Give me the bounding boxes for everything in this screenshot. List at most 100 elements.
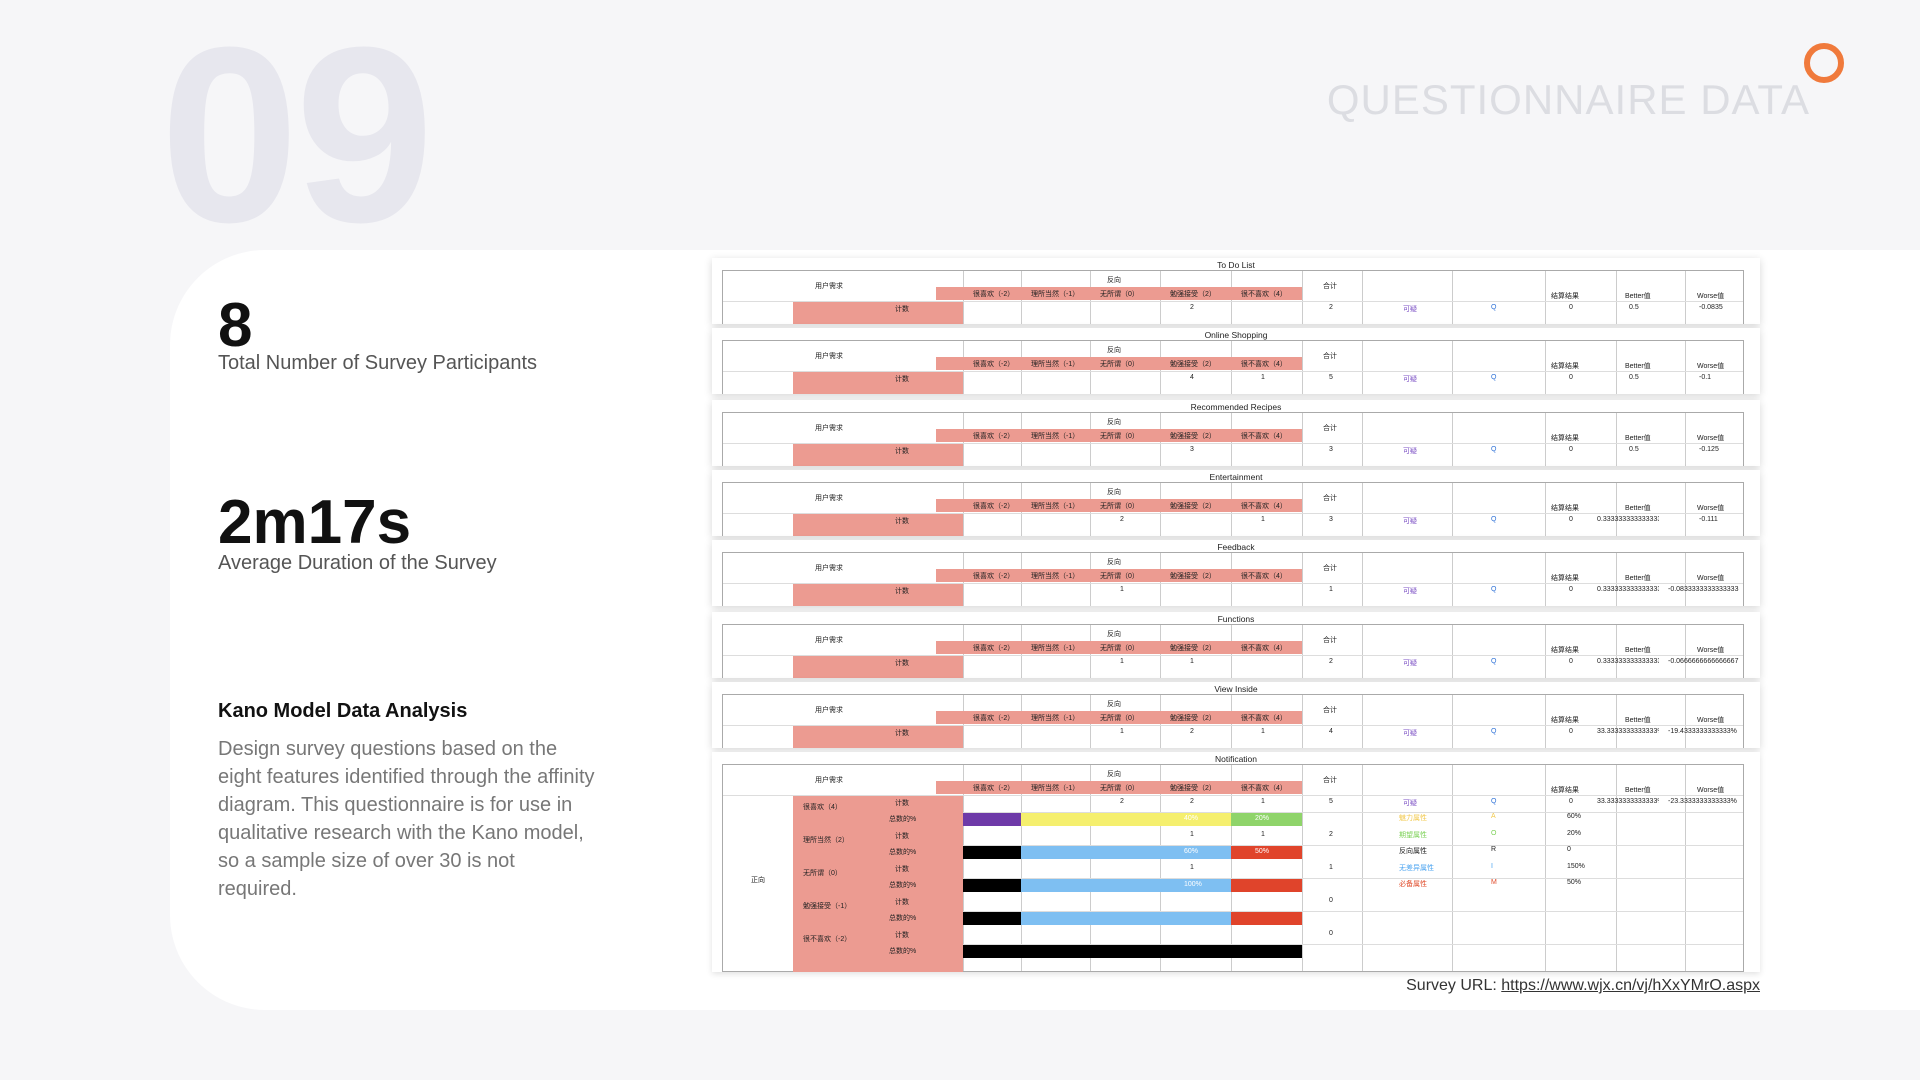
answer-header: 勉强接受（2） bbox=[1170, 715, 1216, 722]
answer-header: 很不喜欢（4） bbox=[1241, 573, 1287, 580]
attribute-code: O bbox=[1491, 829, 1497, 837]
row-label-block bbox=[793, 514, 963, 536]
pct-label: 总数的% bbox=[889, 915, 917, 922]
header-need: 用户需求 bbox=[815, 565, 843, 572]
column-divider bbox=[1302, 553, 1303, 606]
attribute-value: 0 bbox=[1567, 846, 1571, 853]
column-divider bbox=[1685, 695, 1686, 748]
column-divider bbox=[1545, 271, 1546, 324]
answer-header: 理所当然（-1） bbox=[1031, 433, 1080, 440]
header-worse: Worse值 bbox=[1697, 787, 1725, 794]
total-value: 5 bbox=[1329, 798, 1333, 805]
pct-label: 总数的% bbox=[889, 882, 917, 889]
header-worse: Worse值 bbox=[1697, 505, 1725, 512]
header-reverse: 反向 bbox=[1107, 559, 1121, 566]
total-value: 2 bbox=[1329, 658, 1333, 665]
table-grid: 用户需求 反向 合计 结算结果 Better值 Worse值 很喜欢（-2） 理所当然（-1）… bbox=[722, 482, 1744, 536]
survey-url-link[interactable]: https://www.wjx.cn/vj/hXxYMrO.aspx bbox=[1501, 977, 1760, 994]
code-value: Q bbox=[1491, 728, 1497, 735]
attribute-label: 无差异属性 bbox=[1399, 864, 1434, 872]
count-value: 2 bbox=[1190, 304, 1194, 311]
table-panel: Notification 用户需求 反向 合计 结算结果 Better值 Worse值 很喜欢… bbox=[712, 752, 1760, 972]
table-grid: 用户需求 反向 合计 结算结果 Better值 Worse值 很喜欢（-2） 理所当然（-1）… bbox=[722, 552, 1744, 606]
header-worse: Worse值 bbox=[1697, 717, 1725, 724]
table-panel: Feedback 用户需求 反向 合计 结算结果 Better值 Worse值 很喜欢（-2）… bbox=[712, 540, 1760, 606]
header-reverse: 反向 bbox=[1107, 771, 1121, 778]
column-divider bbox=[1362, 413, 1363, 466]
answer-header: 很喜欢（-2） bbox=[973, 645, 1015, 652]
column-divider bbox=[1302, 625, 1303, 678]
header-total: 合计 bbox=[1323, 353, 1337, 360]
better-value: 0.5 bbox=[1629, 446, 1639, 453]
header-worse: Worse值 bbox=[1697, 363, 1725, 370]
pct-bar-segment bbox=[1021, 879, 1090, 892]
header-need: 用户需求 bbox=[815, 637, 843, 644]
pct-bar-segment bbox=[1021, 813, 1090, 826]
attribute-code: R bbox=[1491, 846, 1497, 853]
count-value: 1 bbox=[1261, 374, 1265, 381]
category-value: 可疑 bbox=[1403, 306, 1417, 313]
header-reverse: 反向 bbox=[1107, 347, 1121, 354]
better-value: 0.333333333333333 bbox=[1597, 586, 1659, 593]
column-divider bbox=[1616, 413, 1617, 466]
header-need: 用户需求 bbox=[815, 707, 843, 714]
table-title: Online Shopping bbox=[1204, 330, 1268, 340]
header-result: 结算结果 bbox=[1551, 575, 1579, 582]
category-value: 可疑 bbox=[1403, 800, 1417, 807]
answer-header: 勉强接受（2） bbox=[1170, 361, 1216, 368]
header-total: 合计 bbox=[1323, 565, 1337, 572]
better-value: 0.5 bbox=[1629, 304, 1639, 311]
pct-bar-segment bbox=[1090, 945, 1160, 958]
count-value: 1 bbox=[1120, 728, 1124, 735]
result-value: 0 bbox=[1569, 446, 1573, 453]
header-reverse: 反向 bbox=[1107, 489, 1121, 496]
participants-value: 8 bbox=[218, 291, 253, 360]
header-better: Better值 bbox=[1625, 505, 1651, 512]
header-total: 合计 bbox=[1323, 495, 1337, 502]
pct-bar-segment bbox=[1021, 846, 1090, 859]
count-value: 3 bbox=[1190, 446, 1194, 453]
pct-bar-segment bbox=[963, 945, 1021, 958]
worse-value: -0.0835 bbox=[1699, 304, 1723, 311]
attribute-code: A bbox=[1491, 813, 1496, 820]
pct-bar-segment bbox=[1021, 912, 1090, 925]
header-better: Better值 bbox=[1625, 293, 1651, 300]
answer-header: 理所当然（-1） bbox=[1031, 785, 1080, 792]
header-better: Better值 bbox=[1625, 435, 1651, 442]
pct-bar-segment bbox=[1160, 945, 1231, 958]
duration-label: Average Duration of the Survey bbox=[218, 552, 497, 574]
table-title: Entertainment bbox=[1209, 472, 1263, 482]
column-divider bbox=[1452, 271, 1453, 324]
header-reverse: 反向 bbox=[1107, 631, 1121, 638]
total-value: 3 bbox=[1329, 446, 1333, 453]
column-divider bbox=[1452, 695, 1453, 748]
answer-header: 无所谓（0） bbox=[1100, 573, 1139, 580]
row-label-block bbox=[793, 726, 963, 748]
column-divider bbox=[1685, 341, 1686, 394]
code-value: Q bbox=[1491, 798, 1497, 805]
table-panel: Entertainment 用户需求 反向 合计 结算结果 Better值 Worse值 很喜… bbox=[712, 470, 1760, 536]
column-divider bbox=[1302, 413, 1303, 466]
count-value: 2 bbox=[1120, 516, 1124, 523]
row-label-block bbox=[793, 796, 963, 972]
better-value: 0.333333333333333 bbox=[1597, 658, 1659, 665]
column-divider bbox=[1685, 483, 1686, 536]
pct-bar-segment bbox=[963, 879, 1021, 892]
count-label: 计数 bbox=[895, 518, 909, 525]
pct-bar-segment bbox=[1160, 912, 1231, 925]
column-divider bbox=[1616, 695, 1617, 748]
answer-header: 勉强接受（2） bbox=[1170, 503, 1216, 510]
count-label: 计数 bbox=[895, 306, 909, 313]
column-divider bbox=[1362, 625, 1363, 678]
pct-bar-label: 100% bbox=[1184, 881, 1202, 888]
answer-header: 无所谓（0） bbox=[1100, 503, 1139, 510]
table-panel: Functions 用户需求 反向 合计 结算结果 Better值 Worse值 很喜欢（-2… bbox=[712, 612, 1760, 678]
category-value: 可疑 bbox=[1403, 518, 1417, 525]
column-divider bbox=[1685, 625, 1686, 678]
worse-value: -0.0833333333333333 bbox=[1668, 586, 1739, 593]
column-divider bbox=[1302, 695, 1303, 748]
answer-header: 勉强接受（2） bbox=[1170, 785, 1216, 792]
column-divider bbox=[1452, 341, 1453, 394]
header-result: 结算结果 bbox=[1551, 293, 1579, 300]
column-divider bbox=[1616, 553, 1617, 606]
